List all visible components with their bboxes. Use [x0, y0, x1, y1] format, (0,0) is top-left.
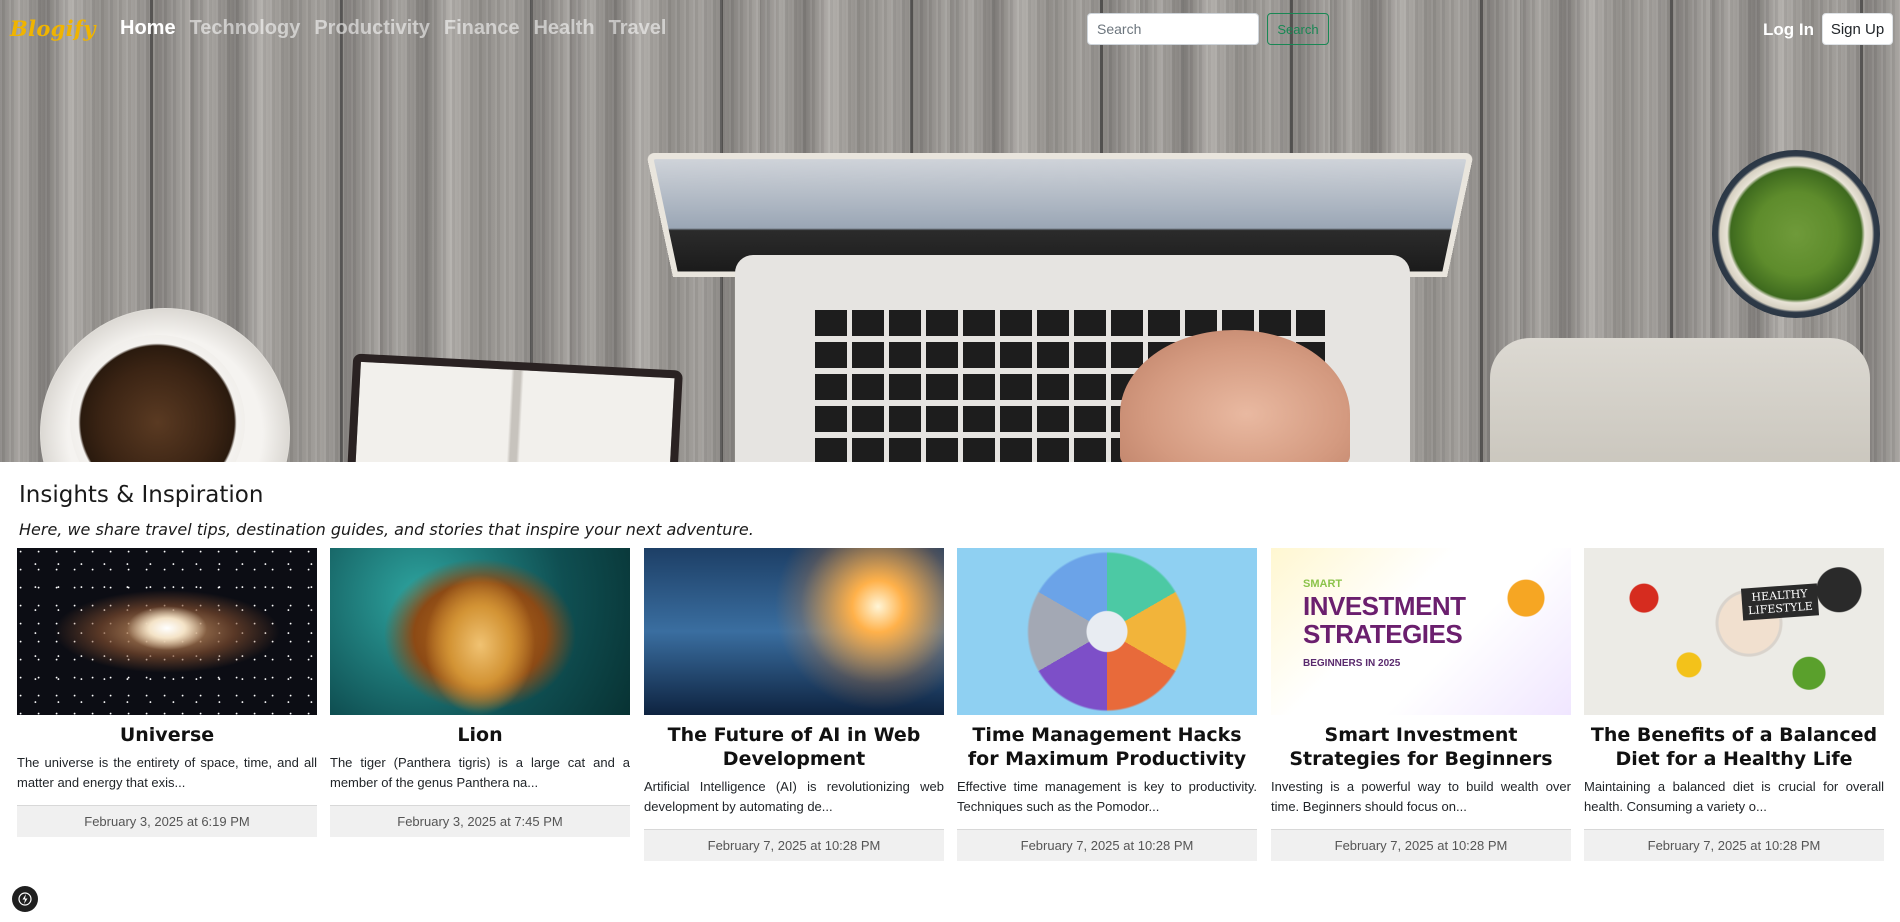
card-excerpt: Maintaining a balanced diet is crucial f…: [1584, 779, 1884, 814]
blog-card[interactable]: The Future of AI in Web Development Arti…: [644, 548, 944, 861]
card-title[interactable]: Lion: [330, 723, 630, 747]
search-form: Search: [1087, 13, 1329, 45]
section-title: Insights & Inspiration: [19, 482, 264, 508]
card-image-universe[interactable]: [17, 548, 317, 715]
blog-card[interactable]: HEALTHY LIFESTYLE The Benefits of a Bala…: [1584, 548, 1884, 861]
lightning-bolt-icon[interactable]: [12, 886, 38, 912]
nav-link-productivity[interactable]: Productivity: [314, 17, 430, 40]
blog-card-grid: Universe The universe is the entirety of…: [17, 548, 1885, 868]
cactus-plant: [1712, 150, 1880, 318]
card-excerpt: The universe is the entirety of space, t…: [17, 755, 317, 790]
pie-wheel-graphic: [957, 548, 1257, 715]
nav-link-finance[interactable]: Finance: [444, 17, 520, 40]
card-image-ai[interactable]: [644, 548, 944, 715]
card-date: February 7, 2025 at 10:28 PM: [957, 829, 1257, 861]
brand-logo[interactable]: Blogify: [10, 16, 96, 41]
nav-links: Home Technology Productivity Finance Hea…: [120, 17, 666, 40]
lightning-bolt-glyph: [18, 892, 32, 906]
blog-card[interactable]: Universe The universe is the entirety of…: [17, 548, 317, 837]
card-excerpt: The tiger (Panthera tigris) is a large c…: [330, 755, 630, 790]
image-text-beginners: BEGINNERS IN 2025: [1303, 658, 1401, 669]
card-date: February 7, 2025 at 10:28 PM: [1584, 829, 1884, 861]
image-text-smart: SMART: [1303, 578, 1343, 590]
card-title[interactable]: Smart Investment Strategies for Beginner…: [1271, 723, 1571, 771]
card-title[interactable]: Time Management Hacks for Maximum Produc…: [957, 723, 1257, 771]
blog-card[interactable]: Lion The tiger (Panthera tigris) is a la…: [330, 548, 630, 837]
blog-card[interactable]: SMART INVESTMENT STRATEGIES BEGINNERS IN…: [1271, 548, 1571, 861]
nav-link-technology[interactable]: Technology: [190, 17, 301, 40]
card-image-lion[interactable]: [330, 548, 630, 715]
card-title[interactable]: The Future of AI in Web Development: [644, 723, 944, 771]
hero-banner-image: [0, 0, 1900, 462]
nav-link-travel[interactable]: Travel: [609, 17, 667, 40]
notebook: [347, 353, 683, 462]
login-link[interactable]: Log In: [1763, 20, 1814, 40]
blog-card[interactable]: Time Management Hacks for Maximum Produc…: [957, 548, 1257, 861]
nav-link-health[interactable]: Health: [533, 17, 594, 40]
card-image-diet[interactable]: HEALTHY LIFESTYLE: [1584, 548, 1884, 715]
image-text-investment: INVESTMENT STRATEGIES: [1303, 591, 1466, 649]
card-title[interactable]: The Benefits of a Balanced Diet for a He…: [1584, 723, 1884, 771]
search-button[interactable]: Search: [1267, 13, 1329, 45]
card-date: February 7, 2025 at 10:28 PM: [1271, 829, 1571, 861]
section-subtitle: Here, we share travel tips, destination …: [19, 520, 754, 539]
signup-button[interactable]: Sign Up: [1822, 13, 1893, 45]
card-excerpt: Artificial Intelligence (AI) is revoluti…: [644, 779, 944, 814]
nav-link-home[interactable]: Home: [120, 17, 176, 40]
card-title[interactable]: Universe: [17, 723, 317, 747]
card-date: February 7, 2025 at 10:28 PM: [644, 829, 944, 861]
image-text-healthy-lifestyle: HEALTHY LIFESTYLE: [1740, 583, 1820, 621]
card-image-time-management[interactable]: [957, 548, 1257, 715]
telephone: [1490, 338, 1870, 462]
card-date: February 3, 2025 at 6:19 PM: [17, 805, 317, 837]
card-excerpt: Effective time management is key to prod…: [957, 779, 1257, 814]
navbar: Blogify Home Technology Productivity Fin…: [0, 0, 1900, 58]
search-input[interactable]: [1087, 13, 1259, 45]
card-date: February 3, 2025 at 7:45 PM: [330, 805, 630, 837]
card-excerpt: Investing is a powerful way to build wea…: [1271, 779, 1571, 814]
card-image-investment[interactable]: SMART INVESTMENT STRATEGIES BEGINNERS IN…: [1271, 548, 1571, 715]
